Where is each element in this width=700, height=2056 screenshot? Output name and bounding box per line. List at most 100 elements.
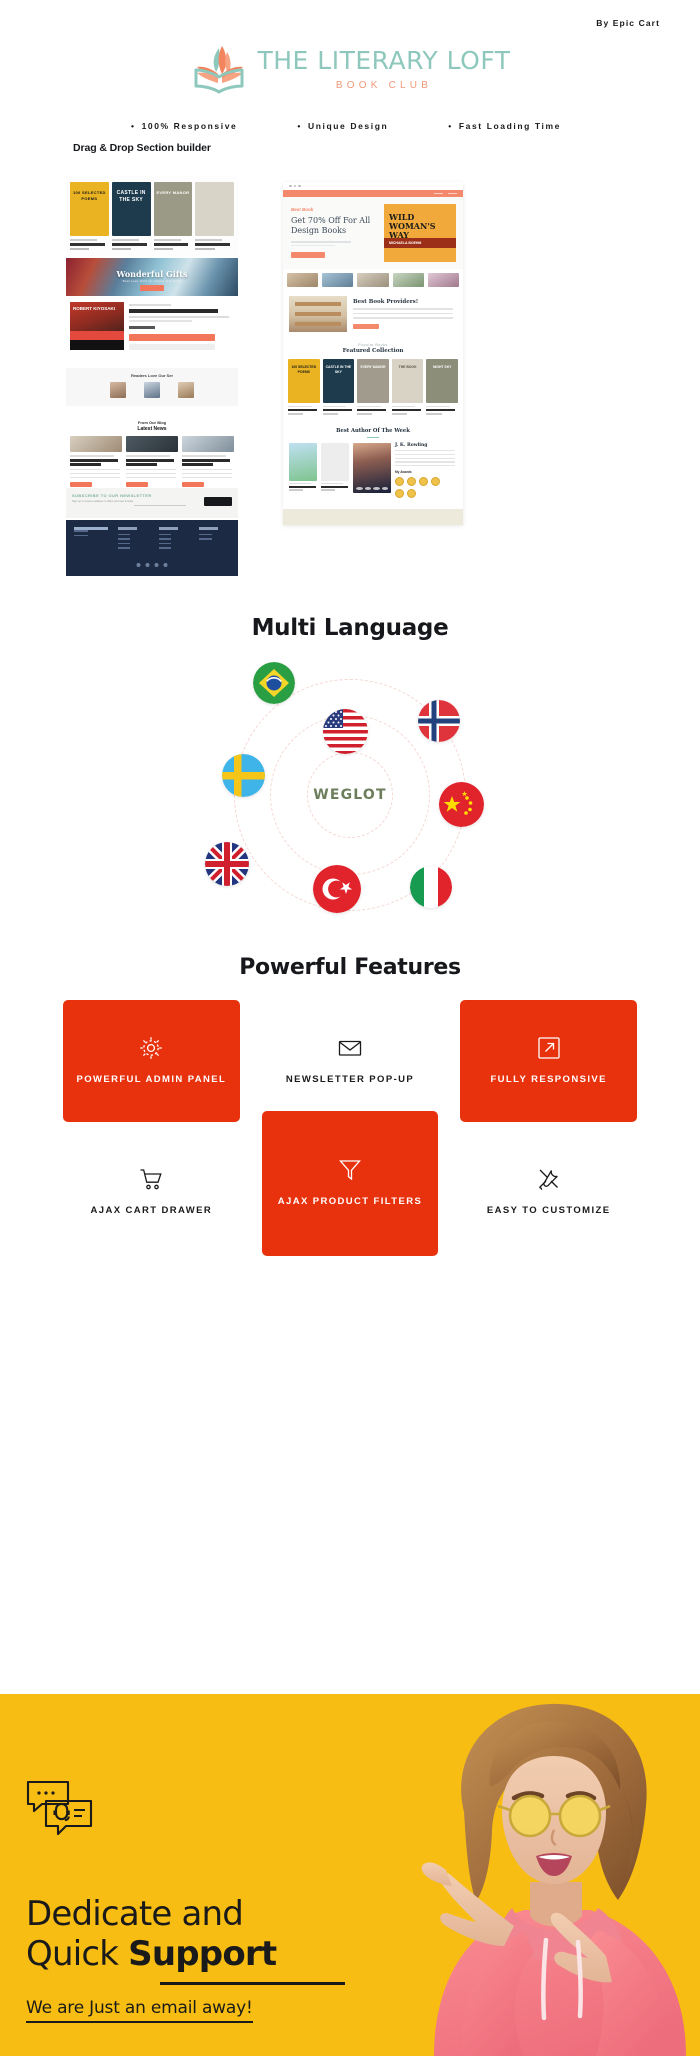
blog-card[interactable] <box>182 436 234 487</box>
weglot-logo: WEGLOT <box>313 787 387 803</box>
medal-icon <box>395 477 404 487</box>
features-row-2: AJAX CART DRAWER AJAX PRODUCT FILTERS EA… <box>63 1111 637 1256</box>
category-tile[interactable] <box>392 273 424 287</box>
blog-kicker: From Our Blog <box>137 420 167 425</box>
tools-icon <box>538 1169 558 1190</box>
blog-card[interactable] <box>70 436 122 487</box>
hero-book-cover: WILD WOMAN'S WAY MICHAELA BOEHM <box>384 204 456 262</box>
book-cover-title: THE BOOK <box>398 365 417 369</box>
feature-card-ajax-product-filters[interactable]: AJAX PRODUCT FILTERS <box>261 1111 439 1256</box>
book-card: CASTLE IN THE SKY <box>111 182 151 252</box>
mockup-book-grid: 100 SELECTED POEMS CASTLE IN THE SKY EVE… <box>66 176 238 256</box>
hero-heading: Get 70% Off For All Design Books <box>291 216 371 235</box>
multi-language-title: Multi Language <box>251 615 449 641</box>
gift-banner-subtitle: Best Love Gifts for Family & Friends <box>122 279 182 283</box>
flag-uk[interactable] <box>205 842 249 886</box>
promo-heading: Best Book Providers! <box>353 299 419 306</box>
gift-banner-button[interactable] <box>140 285 164 291</box>
read-more-button[interactable] <box>70 482 92 487</box>
feature-card-ajax-cart-drawer[interactable]: AJAX CART DRAWER <box>63 1128 240 1256</box>
cart-icon <box>140 1168 163 1189</box>
read-more-button[interactable] <box>126 482 148 487</box>
flag-brazil[interactable] <box>253 662 295 704</box>
author-name-label: ROBERT KIYOSAKI <box>73 306 116 311</box>
book-cover-title: EVERY MANOR <box>360 365 386 369</box>
reviews-section: Readers Love Our Ser <box>66 368 238 406</box>
blog-section: From Our Blog Latest News <box>66 416 238 487</box>
feature-card-admin-panel[interactable]: POWERFUL ADMIN PANEL <box>63 1000 240 1122</box>
newsletter-section: SUBSCRIBE TO OUR NEWSLETTER Sign up to r… <box>66 488 238 518</box>
powerful-features-title: Powerful Features <box>239 955 461 980</box>
featured-heading: Featured Collection <box>342 348 404 354</box>
flag-italy[interactable] <box>410 866 452 908</box>
landing-page: By Epic Cart THE LITERARY LOFT BOOK CLUB… <box>0 0 700 2056</box>
flag-sweden[interactable] <box>222 754 265 797</box>
brand-logo: THE LITERARY LOFT BOOK CLUB <box>0 42 700 100</box>
flag-turkey[interactable] <box>313 865 361 913</box>
featured-author-product: ROBERT KIYOSAKI <box>66 298 238 354</box>
author-book-cover: ROBERT KIYOSAKI <box>70 302 124 350</box>
featured-book-card[interactable]: 100 SELECTED POEMS <box>288 359 320 415</box>
award-medals <box>395 477 441 499</box>
medal-icon <box>407 489 416 499</box>
feature-card-newsletter-popup[interactable]: NEWSLETTER POP-UP <box>262 1000 439 1122</box>
book-cover-title: 100 SELECTED POEMS <box>73 190 106 201</box>
multi-language-section: WEGLOT <box>0 650 700 940</box>
author-name: J. K. Rowling <box>395 442 428 448</box>
instagram-icon[interactable] <box>154 563 159 567</box>
promo-button[interactable] <box>353 323 379 329</box>
support-heading-light: Quick <box>26 1934 129 1974</box>
book-card <box>195 182 234 252</box>
reviewer-avatar <box>178 382 194 398</box>
best-author-heading: Best Author Of The Week <box>336 427 410 434</box>
medal-icon <box>431 477 440 487</box>
hero-shop-button[interactable] <box>291 252 325 258</box>
support-banner: Dedicate and Quick Support We are Just a… <box>0 1694 700 2056</box>
book-card: EVERY MANOR <box>153 182 193 252</box>
category-tile[interactable] <box>427 273 460 287</box>
twitter-icon[interactable] <box>145 563 150 567</box>
support-agent-photo <box>421 1703 686 2056</box>
right-mockup-column: Best Book Get 70% Off For All Design Boo… <box>283 182 463 526</box>
funnel-icon <box>339 1160 361 1181</box>
support-heading-underline <box>160 1982 345 1985</box>
feature-label: POWERFUL ADMIN PANEL <box>76 1073 227 1085</box>
medal-icon <box>407 477 416 487</box>
newsletter-email-input[interactable] <box>134 499 186 506</box>
flag-usa[interactable] <box>323 709 368 754</box>
blog-card[interactable] <box>126 436 178 487</box>
featured-book-card[interactable]: NIGHT SKY <box>426 359 458 415</box>
category-tile[interactable] <box>322 273 354 287</box>
author-book-card[interactable] <box>289 442 317 491</box>
feature-card-easy-to-customize[interactable]: EASY TO CUSTOMIZE <box>460 1128 637 1256</box>
flag-china[interactable] <box>439 782 484 827</box>
buy-now-button[interactable] <box>129 344 216 350</box>
category-tile[interactable] <box>357 273 389 287</box>
feature-bullet-list: 100% Responsive Unique Design Fast Loadi… <box>0 121 700 131</box>
featured-book-card[interactable]: CASTLE IN THE SKY <box>322 359 355 415</box>
category-tile[interactable] <box>287 273 319 287</box>
flag-norway[interactable] <box>418 700 460 742</box>
footer-strip <box>283 509 463 526</box>
featured-book-card[interactable]: THE BOOK <box>391 359 424 415</box>
reviewer-avatar <box>144 382 160 398</box>
featured-book-card[interactable]: EVERY MANOR <box>357 359 389 415</box>
book-cover-title: EVERY MANOR <box>156 190 190 195</box>
support-heading-line2: Quick Support <box>26 1934 277 1974</box>
footer-social-links[interactable] <box>136 563 168 567</box>
book-cover-title: NIGHT SKY <box>432 365 452 369</box>
newsletter-subscribe-button[interactable] <box>204 497 232 506</box>
author-book-card[interactable] <box>321 442 349 491</box>
facebook-icon[interactable] <box>136 563 141 567</box>
gear-icon <box>140 1036 163 1059</box>
add-to-cart-button[interactable] <box>129 334 216 341</box>
youtube-icon[interactable] <box>163 563 168 567</box>
logo-subtitle: BOOK CLUB <box>335 80 433 91</box>
best-author-section: Best Author Of The Week J. K. Rowling My… <box>283 422 463 506</box>
language-orbit-stage: WEGLOT <box>205 650 495 940</box>
expand-icon <box>538 1036 560 1059</box>
featured-collection-section: Popular Books Featured Collection 100 SE… <box>283 337 463 423</box>
feature-card-fully-responsive[interactable]: FULLY RESPONSIVE <box>460 1000 637 1122</box>
read-more-button[interactable] <box>182 482 204 487</box>
blog-heading: Latest News <box>137 426 167 432</box>
